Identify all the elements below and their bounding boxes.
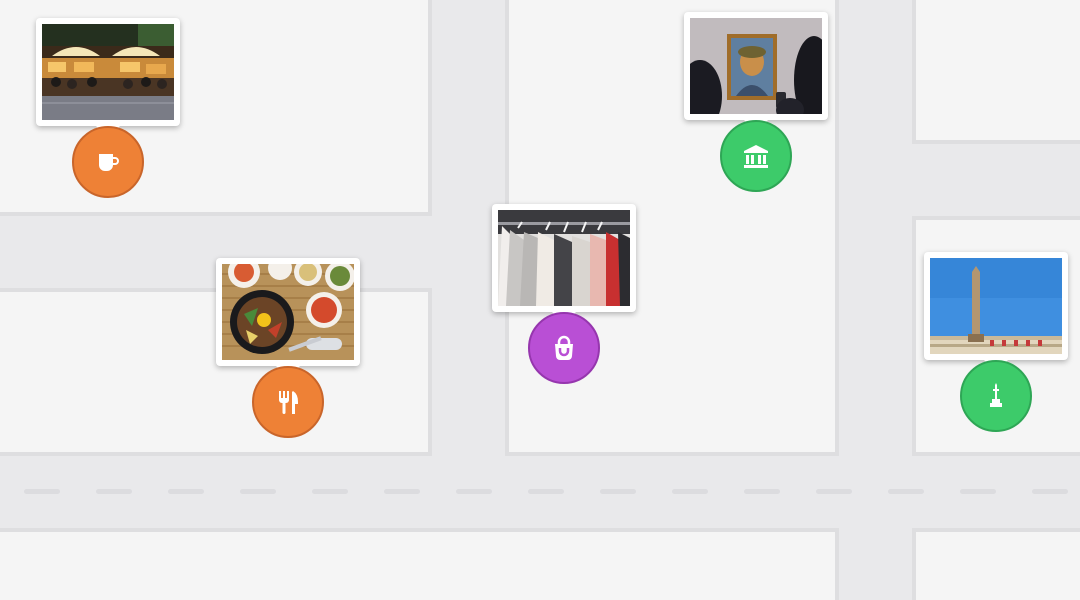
cafe-marker[interactable] [36,18,180,218]
monument-marker[interactable] [924,252,1068,452]
museum-marker[interactable] [684,12,828,212]
shopping-bag-icon [555,335,573,360]
road-dash [744,489,780,494]
museum-photo-card[interactable] [684,12,828,120]
coffee-cup-icon [99,154,119,171]
road-dash [888,489,924,494]
road-dash [384,489,420,494]
restaurant-marker[interactable] [216,258,360,458]
museum-painting-photo [690,18,822,114]
road-dash [528,489,564,494]
fork-knife-icon [279,391,298,414]
road-dash [672,489,708,494]
road-dash [456,489,492,494]
road-dash [24,489,60,494]
road-dash [960,489,996,494]
restaurant-photo-card[interactable] [216,258,360,366]
road-dash [600,489,636,494]
road-dash [168,489,204,494]
korean-bibimbap-meal-photo [222,264,354,360]
monument-icon [990,383,1002,407]
clothing-rack-photo [498,210,630,306]
museum-pin[interactable] [720,120,792,192]
monument-pin[interactable] [960,360,1032,432]
cafe-photo-card[interactable] [36,18,180,126]
road-dash [96,489,132,494]
obelisk-monument-photo [930,258,1062,354]
cafe-pin[interactable] [72,126,144,198]
street-cafe-terrace-photo [42,24,174,120]
museum-building-icon [744,145,768,168]
city-block [912,528,1080,600]
road-dash [1032,489,1068,494]
road-dash [312,489,348,494]
monument-photo-card[interactable] [924,252,1068,360]
shop-photo-card[interactable] [492,204,636,312]
shop-pin[interactable] [528,312,600,384]
road-dash [240,489,276,494]
road-dash [816,489,852,494]
restaurant-pin[interactable] [252,366,324,438]
city-block [912,0,1080,144]
map-view[interactable] [0,0,1080,600]
shop-marker[interactable] [492,204,636,404]
city-block [0,528,839,600]
